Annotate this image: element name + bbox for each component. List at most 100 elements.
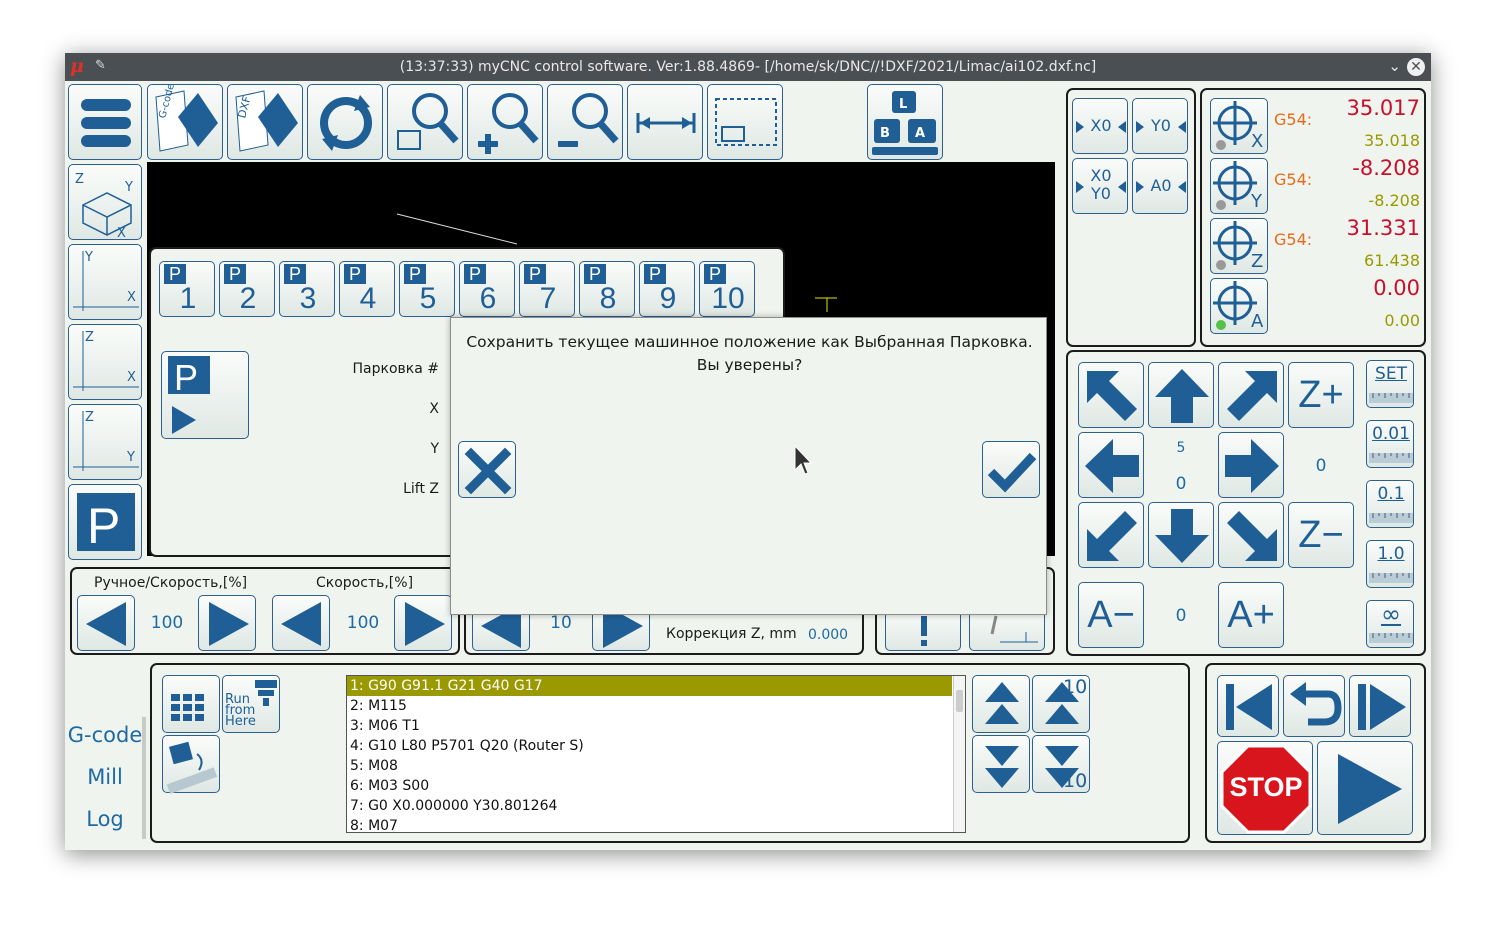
measure-button[interactable]	[627, 84, 703, 160]
tab-gcode[interactable]: G-code	[65, 717, 145, 753]
gcode-line[interactable]: 8: M07	[347, 816, 952, 832]
dro-z-target-button[interactable]: Z	[1210, 218, 1268, 274]
reload-button[interactable]	[307, 84, 383, 160]
view-xz-button[interactable]: ZX	[68, 324, 142, 400]
zero-x0-button[interactable]: X0	[1072, 98, 1128, 154]
parking-button[interactable]: P	[68, 484, 142, 560]
dro-coord-system: G54:	[1274, 170, 1313, 189]
jog-up-left-button[interactable]	[1078, 362, 1144, 428]
jog-a-minus-button[interactable]: A−	[1078, 582, 1144, 648]
jog-step-set-button[interactable]: SET	[1366, 360, 1414, 408]
parking-slot-2-button[interactable]: P2	[219, 261, 275, 317]
svg-text:L: L	[899, 97, 907, 112]
view-extents-icon	[715, 98, 777, 146]
open-gcode-button[interactable]: G-code	[147, 84, 223, 160]
menu-button[interactable]	[68, 84, 142, 160]
stop-button[interactable]: STOP	[1217, 741, 1313, 835]
go-to-parking-button[interactable]: P	[161, 351, 249, 439]
zero-x0y0-button[interactable]: X0 Y0	[1072, 158, 1128, 214]
view-xy-button[interactable]: YX	[68, 244, 142, 320]
dro-a-target-button[interactable]: A	[1210, 278, 1268, 334]
parking-slot-3-button[interactable]: P3	[279, 261, 335, 317]
keyboard-button[interactable]: LB A	[867, 84, 943, 160]
view-extents-button[interactable]	[707, 84, 783, 160]
scroll-up-10-button[interactable]: 10	[1032, 675, 1090, 733]
gcode-line[interactable]: 3: M06 T1	[347, 716, 952, 736]
dro-y-target-button[interactable]: Y	[1210, 158, 1268, 214]
jog-a-plus-button[interactable]: A+	[1218, 582, 1284, 648]
manual-speed-value: 100	[150, 613, 184, 633]
jog-step-continuous-button[interactable]: ∞	[1366, 600, 1414, 648]
rewind-start-button[interactable]	[1217, 675, 1279, 737]
gcode-scrollbar[interactable]	[953, 676, 965, 832]
parking-p-badge: P	[164, 264, 186, 284]
jog-z-value: 0	[1315, 456, 1327, 476]
gcode-line[interactable]: 4: G10 L80 P5701 Q20 (Router S)	[347, 736, 952, 756]
tab-log[interactable]: Log	[65, 801, 145, 837]
parking-slot-1-button[interactable]: P1	[159, 261, 215, 317]
rotate-job-button[interactable]	[162, 735, 220, 794]
view-yz-button[interactable]: ZY	[68, 404, 142, 480]
arrow-left-icon	[86, 602, 126, 646]
gcode-line[interactable]: 7: G0 X0.000000 Y30.801264	[347, 796, 952, 816]
open-dxf-button[interactable]: DXF	[227, 84, 303, 160]
parking-slot-8-button[interactable]: P8	[579, 261, 635, 317]
jog-left-button[interactable]	[1078, 432, 1144, 498]
tool-probe-button[interactable]	[969, 609, 1045, 651]
undo-button[interactable]	[1283, 675, 1345, 737]
close-window-icon[interactable]: ✕	[1407, 58, 1425, 76]
jog-up-right-button[interactable]	[1218, 362, 1284, 428]
tab-mill[interactable]: Mill	[65, 759, 145, 795]
run-from-here-button[interactable]: Run from Here	[222, 675, 280, 733]
minimize-chevron-icon[interactable]: ⌄	[1388, 57, 1401, 75]
parking-slot-4-button[interactable]: P4	[339, 261, 395, 317]
scroll-up-button[interactable]	[972, 675, 1030, 733]
scrollbar-thumb[interactable]	[956, 690, 963, 712]
zero-a0-button[interactable]: A0	[1132, 158, 1188, 214]
manual-speed-increase-button[interactable]	[198, 595, 256, 651]
parking-slot-number: 1	[179, 282, 197, 315]
manual-speed-decrease-button[interactable]	[77, 595, 135, 651]
gcode-line[interactable]: 6: M03 S00	[347, 776, 952, 796]
dro-machine-value: -8.208	[1368, 191, 1420, 210]
parking-slot-6-button[interactable]: P6	[459, 261, 515, 317]
jog-step-0-1-button[interactable]: 0.1	[1366, 480, 1414, 528]
scroll-down-10-button[interactable]: 10	[1032, 735, 1090, 793]
scroll-down-button[interactable]	[972, 735, 1030, 793]
jog-z-minus-button[interactable]: Z−	[1288, 502, 1354, 568]
jog-step-1-0-button[interactable]: 1.0	[1366, 540, 1414, 588]
parking-slot-7-button[interactable]: P7	[519, 261, 575, 317]
dro-axis-letter: A	[1251, 311, 1264, 332]
speed-decrease-button[interactable]	[272, 595, 330, 651]
view-3d-button[interactable]: ZYX	[68, 164, 142, 241]
zoom-fit-button[interactable]	[387, 84, 463, 160]
gcode-line[interactable]: 2: M115	[347, 696, 952, 716]
jog-down-left-button[interactable]	[1078, 502, 1144, 568]
jog-up-button[interactable]	[1148, 362, 1214, 428]
zoom-in-button[interactable]	[467, 84, 543, 160]
jog-down-button[interactable]	[1148, 502, 1214, 568]
zero-y0-button[interactable]: Y0	[1132, 98, 1188, 154]
jog-z-plus-button[interactable]: Z+	[1288, 362, 1354, 428]
parking-slot-10-button[interactable]: P 10	[699, 261, 755, 317]
dialog-confirm-button[interactable]	[982, 441, 1040, 498]
jog-right-button[interactable]	[1218, 432, 1284, 498]
parking-slot-5-button[interactable]: P5	[399, 261, 455, 317]
jog-down-right-button[interactable]	[1218, 502, 1284, 568]
zoom-out-button[interactable]	[547, 84, 623, 160]
alert-button[interactable]	[885, 609, 961, 651]
parking-slot-9-button[interactable]: P9	[639, 261, 695, 317]
gcode-line[interactable]: 5: M08	[347, 756, 952, 776]
gcode-listing[interactable]: 1: G90 G91.1 G21 G40 G17 2: M115 3: M06 T1…	[346, 675, 966, 833]
gcode-line[interactable]: 1: G90 G91.1 G21 G40 G17	[347, 676, 952, 696]
dro-x-target-button[interactable]: X	[1210, 98, 1268, 154]
speed-increase-button[interactable]	[394, 595, 452, 651]
jog-step-0-01-button[interactable]: 0.01	[1366, 420, 1414, 468]
feed-increase-button[interactable]	[592, 609, 650, 651]
start-button[interactable]	[1317, 741, 1413, 835]
grid-tool-button[interactable]	[162, 675, 220, 733]
feed-decrease-button[interactable]	[472, 609, 530, 651]
dialog-cancel-button[interactable]	[458, 441, 516, 498]
rotate-ruler-icon	[166, 741, 218, 794]
step-forward-button[interactable]	[1349, 675, 1411, 737]
